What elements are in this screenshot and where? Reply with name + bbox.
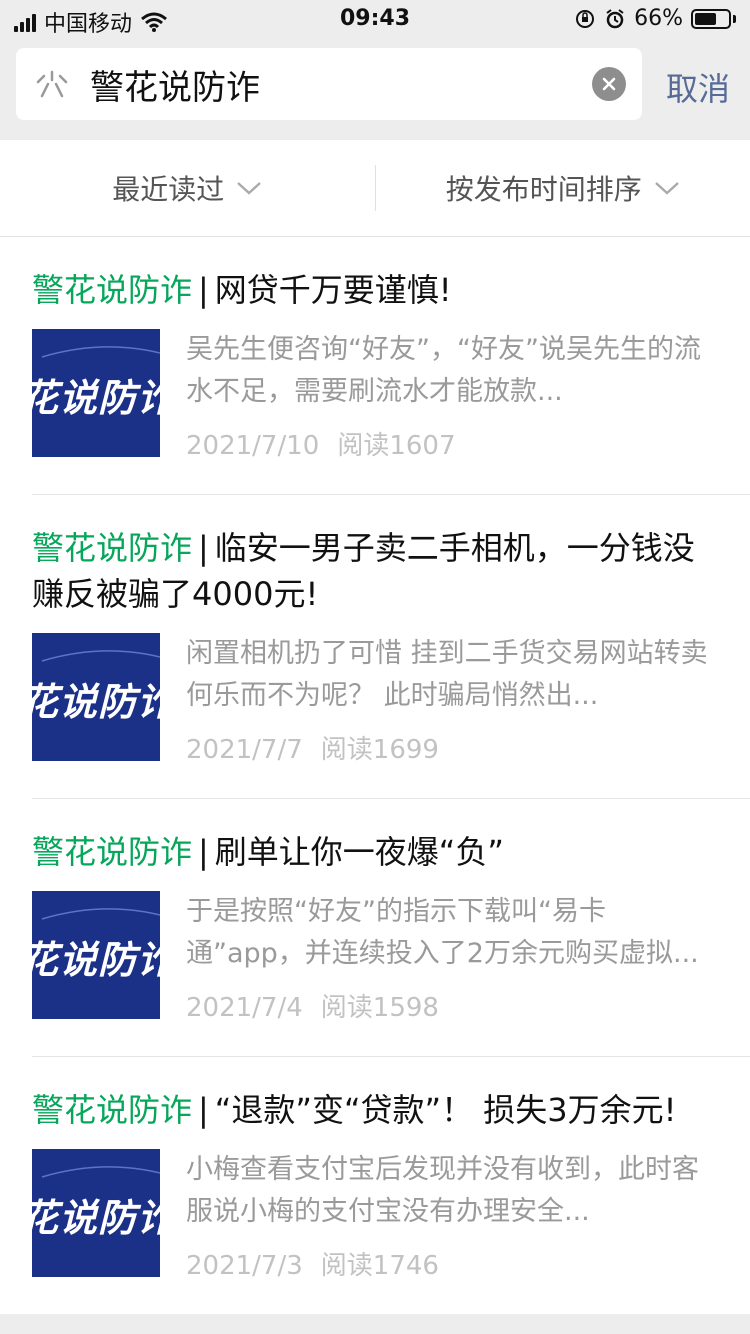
- article-thumbnail[interactable]: 花说防诈: [32, 329, 160, 457]
- thumbnail-text: 花说防诈: [32, 376, 160, 420]
- article-title-text: 网贷千万要谨慎!: [214, 271, 452, 309]
- article-source: 警花说防诈: [32, 271, 193, 309]
- title-separator: |: [198, 833, 209, 871]
- article-date: 2021/7/7: [186, 735, 303, 765]
- clear-icon[interactable]: [592, 67, 626, 101]
- cancel-button[interactable]: 取消: [666, 64, 730, 110]
- orientation-lock-icon: [576, 9, 595, 28]
- article-reads: 阅读1699: [320, 735, 439, 765]
- article-item[interactable]: 警花说防诈|临安一男子卖二手相机，一分钱没赚反被骗了4000元! 花说防诈 闲置…: [32, 495, 750, 799]
- article-list: 警花说防诈|网贷千万要谨慎! 花说防诈 吴先生便咨询“好友”，“好友”说吴先生的…: [0, 237, 750, 1314]
- search-field[interactable]: 警花说防诈: [16, 48, 642, 120]
- article-thumbnail[interactable]: 花说防诈: [32, 1149, 160, 1277]
- article-title[interactable]: 警花说防诈 | 网贷千万要谨慎!: [32, 267, 714, 313]
- thumbnail-text: 花说防诈: [32, 680, 160, 724]
- article-digest: 于是按照“好友”的指示下载叫“易卡通”app，并连续投入了2万余元购买虚拟...: [186, 896, 699, 969]
- article-item[interactable]: 警花说防诈|“退款”变“贷款”！ 损失3万余元! 花说防诈 小梅查看支付宝后发现…: [32, 1057, 750, 1314]
- article-digest: 小梅查看支付宝后发现并没有收到，此时客服说小梅的支付宝没有办理安全...: [186, 1154, 699, 1227]
- article-date: 2021/7/10: [186, 431, 320, 461]
- filter-recent-read[interactable]: 最近读过: [0, 168, 375, 208]
- article-thumbnail[interactable]: 花说防诈: [32, 633, 160, 761]
- article-source: 警花说防诈: [32, 529, 193, 567]
- article-reads: 阅读1598: [320, 993, 439, 1023]
- article-thumbnail[interactable]: 花说防诈: [32, 891, 160, 1019]
- article-reads: 阅读1607: [337, 431, 456, 461]
- battery-percent: 66%: [634, 6, 683, 31]
- filter-bar: 最近读过 按发布时间排序: [0, 140, 750, 237]
- article-date: 2021/7/4: [186, 993, 303, 1023]
- title-separator: |: [198, 1091, 209, 1129]
- title-separator: |: [198, 529, 209, 567]
- article-reads: 阅读1746: [320, 1251, 439, 1281]
- article-source: 警花说防诈: [32, 1091, 193, 1129]
- filter-recent-label: 最近读过: [112, 173, 225, 206]
- alarm-icon: [606, 8, 624, 28]
- status-right: 66%: [574, 6, 736, 31]
- article-digest: 闲置相机扔了可惜 挂到二手货交易网站转卖 何乐而不为呢？ 此时骗局悄然出...: [186, 638, 708, 711]
- article-title[interactable]: 警花说防诈 | 临安一男子卖二手相机，一分钱没赚反被骗了4000元!: [32, 525, 714, 617]
- article-item[interactable]: 警花说防诈|刷单让你一夜爆“负” 花说防诈 于是按照“好友”的指示下载叫“易卡通…: [32, 799, 750, 1057]
- chevron-down-icon: [237, 182, 262, 195]
- article-digest: 吴先生便咨询“好友”，“好友”说吴先生的流水不足，需要刷流水才能放款...: [186, 334, 701, 407]
- chevron-down-icon: [654, 182, 679, 195]
- filter-sort-by-time[interactable]: 按发布时间排序: [376, 168, 750, 208]
- article-title[interactable]: 警花说防诈 | “退款”变“贷款”！ 损失3万余元!: [32, 1087, 714, 1133]
- status-bar: 中国移动 09:43 66%: [0, 0, 750, 40]
- search-icon: [32, 64, 72, 104]
- search-row: 警花说防诈 取消: [0, 40, 750, 140]
- article-title-text: “退款”变“贷款”！ 损失3万余元!: [214, 1091, 677, 1129]
- thumbnail-text: 花说防诈: [32, 1196, 160, 1240]
- battery-icon: [691, 8, 736, 29]
- article-date: 2021/7/3: [186, 1251, 303, 1281]
- article-title-text: 刷单让你一夜爆“负”: [214, 833, 504, 871]
- article-item[interactable]: 警花说防诈|网贷千万要谨慎! 花说防诈 吴先生便咨询“好友”，“好友”说吴先生的…: [32, 237, 750, 495]
- thumbnail-text: 花说防诈: [32, 938, 160, 982]
- search-input[interactable]: 警花说防诈: [90, 60, 592, 109]
- article-title[interactable]: 警花说防诈 | 刷单让你一夜爆“负”: [32, 829, 714, 875]
- article-source: 警花说防诈: [32, 833, 193, 871]
- title-separator: |: [198, 271, 209, 309]
- filter-sort-label: 按发布时间排序: [445, 173, 642, 206]
